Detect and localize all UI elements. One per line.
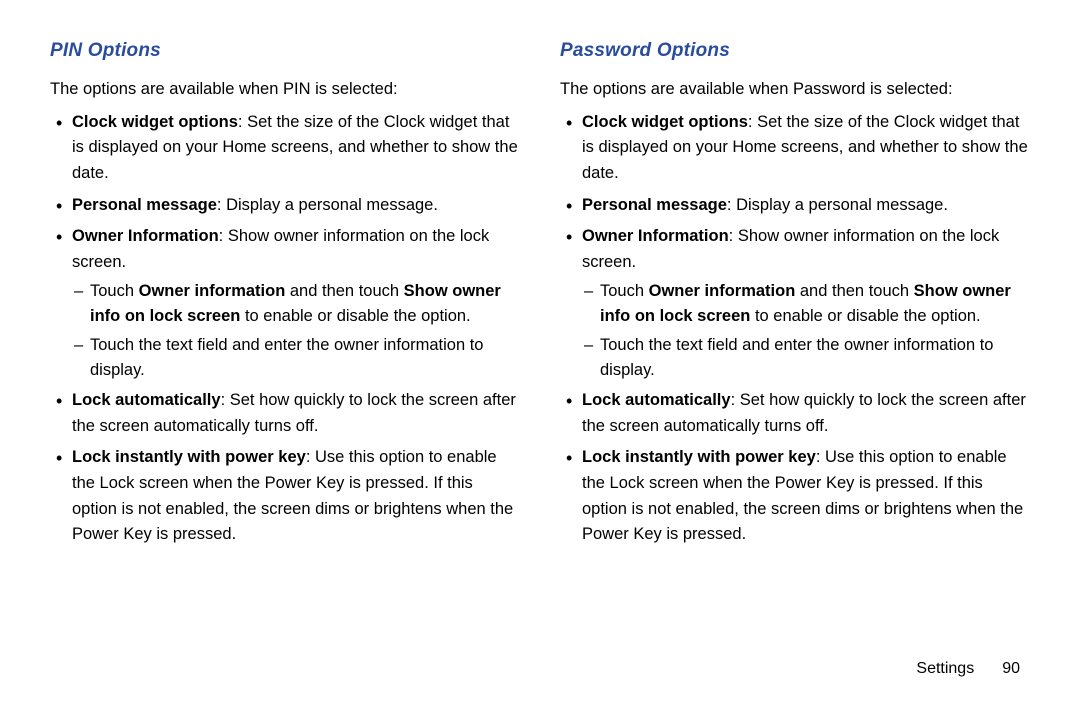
intro-text: The options are available when Password … xyxy=(560,78,1030,102)
item-lead: Owner Information xyxy=(582,227,729,245)
item-lead: Clock widget options xyxy=(72,113,238,131)
item-lead: Personal message xyxy=(582,196,727,214)
list-item: Owner Information: Show owner informatio… xyxy=(582,224,1030,382)
page-footer: Settings 90 xyxy=(916,660,1020,678)
sub-bold: Owner information xyxy=(649,282,796,300)
two-column-layout: PIN Options The options are available wh… xyxy=(50,40,1030,554)
sub-pre: Touch xyxy=(600,282,649,300)
sub-mid: and then touch xyxy=(285,282,403,300)
sub-item: Touch the text field and enter the owner… xyxy=(90,333,520,383)
section-heading-password: Password Options xyxy=(560,40,1030,62)
intro-text: The options are available when PIN is se… xyxy=(50,78,520,102)
list-item: Personal message: Display a personal mes… xyxy=(582,193,1030,219)
item-lead: Owner Information xyxy=(72,227,219,245)
right-column: Password Options The options are availab… xyxy=(560,40,1030,554)
item-lead: Lock automatically xyxy=(72,391,221,409)
item-lead: Lock automatically xyxy=(582,391,731,409)
list-item: Lock automatically: Set how quickly to l… xyxy=(72,388,520,439)
sub-plain: Touch the text field and enter the owner… xyxy=(90,336,484,379)
list-item: Clock widget options: Set the size of th… xyxy=(582,110,1030,187)
item-rest: : Display a personal message. xyxy=(217,196,438,214)
item-lead: Lock instantly with power key xyxy=(72,448,306,466)
list-item: Lock automatically: Set how quickly to l… xyxy=(582,388,1030,439)
list-item: Personal message: Display a personal mes… xyxy=(72,193,520,219)
sub-post: to enable or disable the option. xyxy=(240,307,470,325)
list-item: Owner Information: Show owner informatio… xyxy=(72,224,520,382)
sub-item: Touch the text field and enter the owner… xyxy=(600,333,1030,383)
sub-mid: and then touch xyxy=(795,282,913,300)
sub-pre: Touch xyxy=(90,282,139,300)
item-lead: Personal message xyxy=(72,196,217,214)
item-lead: Clock widget options xyxy=(582,113,748,131)
sub-post: to enable or disable the option. xyxy=(750,307,980,325)
list-item: Clock widget options: Set the size of th… xyxy=(72,110,520,187)
footer-page: 90 xyxy=(1002,660,1020,677)
sub-item: Touch Owner information and then touch S… xyxy=(600,279,1030,329)
item-rest: : Display a personal message. xyxy=(727,196,948,214)
bullet-list: Clock widget options: Set the size of th… xyxy=(560,110,1030,548)
bullet-list: Clock widget options: Set the size of th… xyxy=(50,110,520,548)
section-heading-pin: PIN Options xyxy=(50,40,520,62)
left-column: PIN Options The options are available wh… xyxy=(50,40,520,554)
sub-item: Touch Owner information and then touch S… xyxy=(90,279,520,329)
list-item: Lock instantly with power key: Use this … xyxy=(72,445,520,547)
sub-list: Touch Owner information and then touch S… xyxy=(72,279,520,382)
item-lead: Lock instantly with power key xyxy=(582,448,816,466)
list-item: Lock instantly with power key: Use this … xyxy=(582,445,1030,547)
sub-bold: Owner information xyxy=(139,282,286,300)
footer-section: Settings xyxy=(916,660,974,677)
sub-plain: Touch the text field and enter the owner… xyxy=(600,336,994,379)
sub-list: Touch Owner information and then touch S… xyxy=(582,279,1030,382)
